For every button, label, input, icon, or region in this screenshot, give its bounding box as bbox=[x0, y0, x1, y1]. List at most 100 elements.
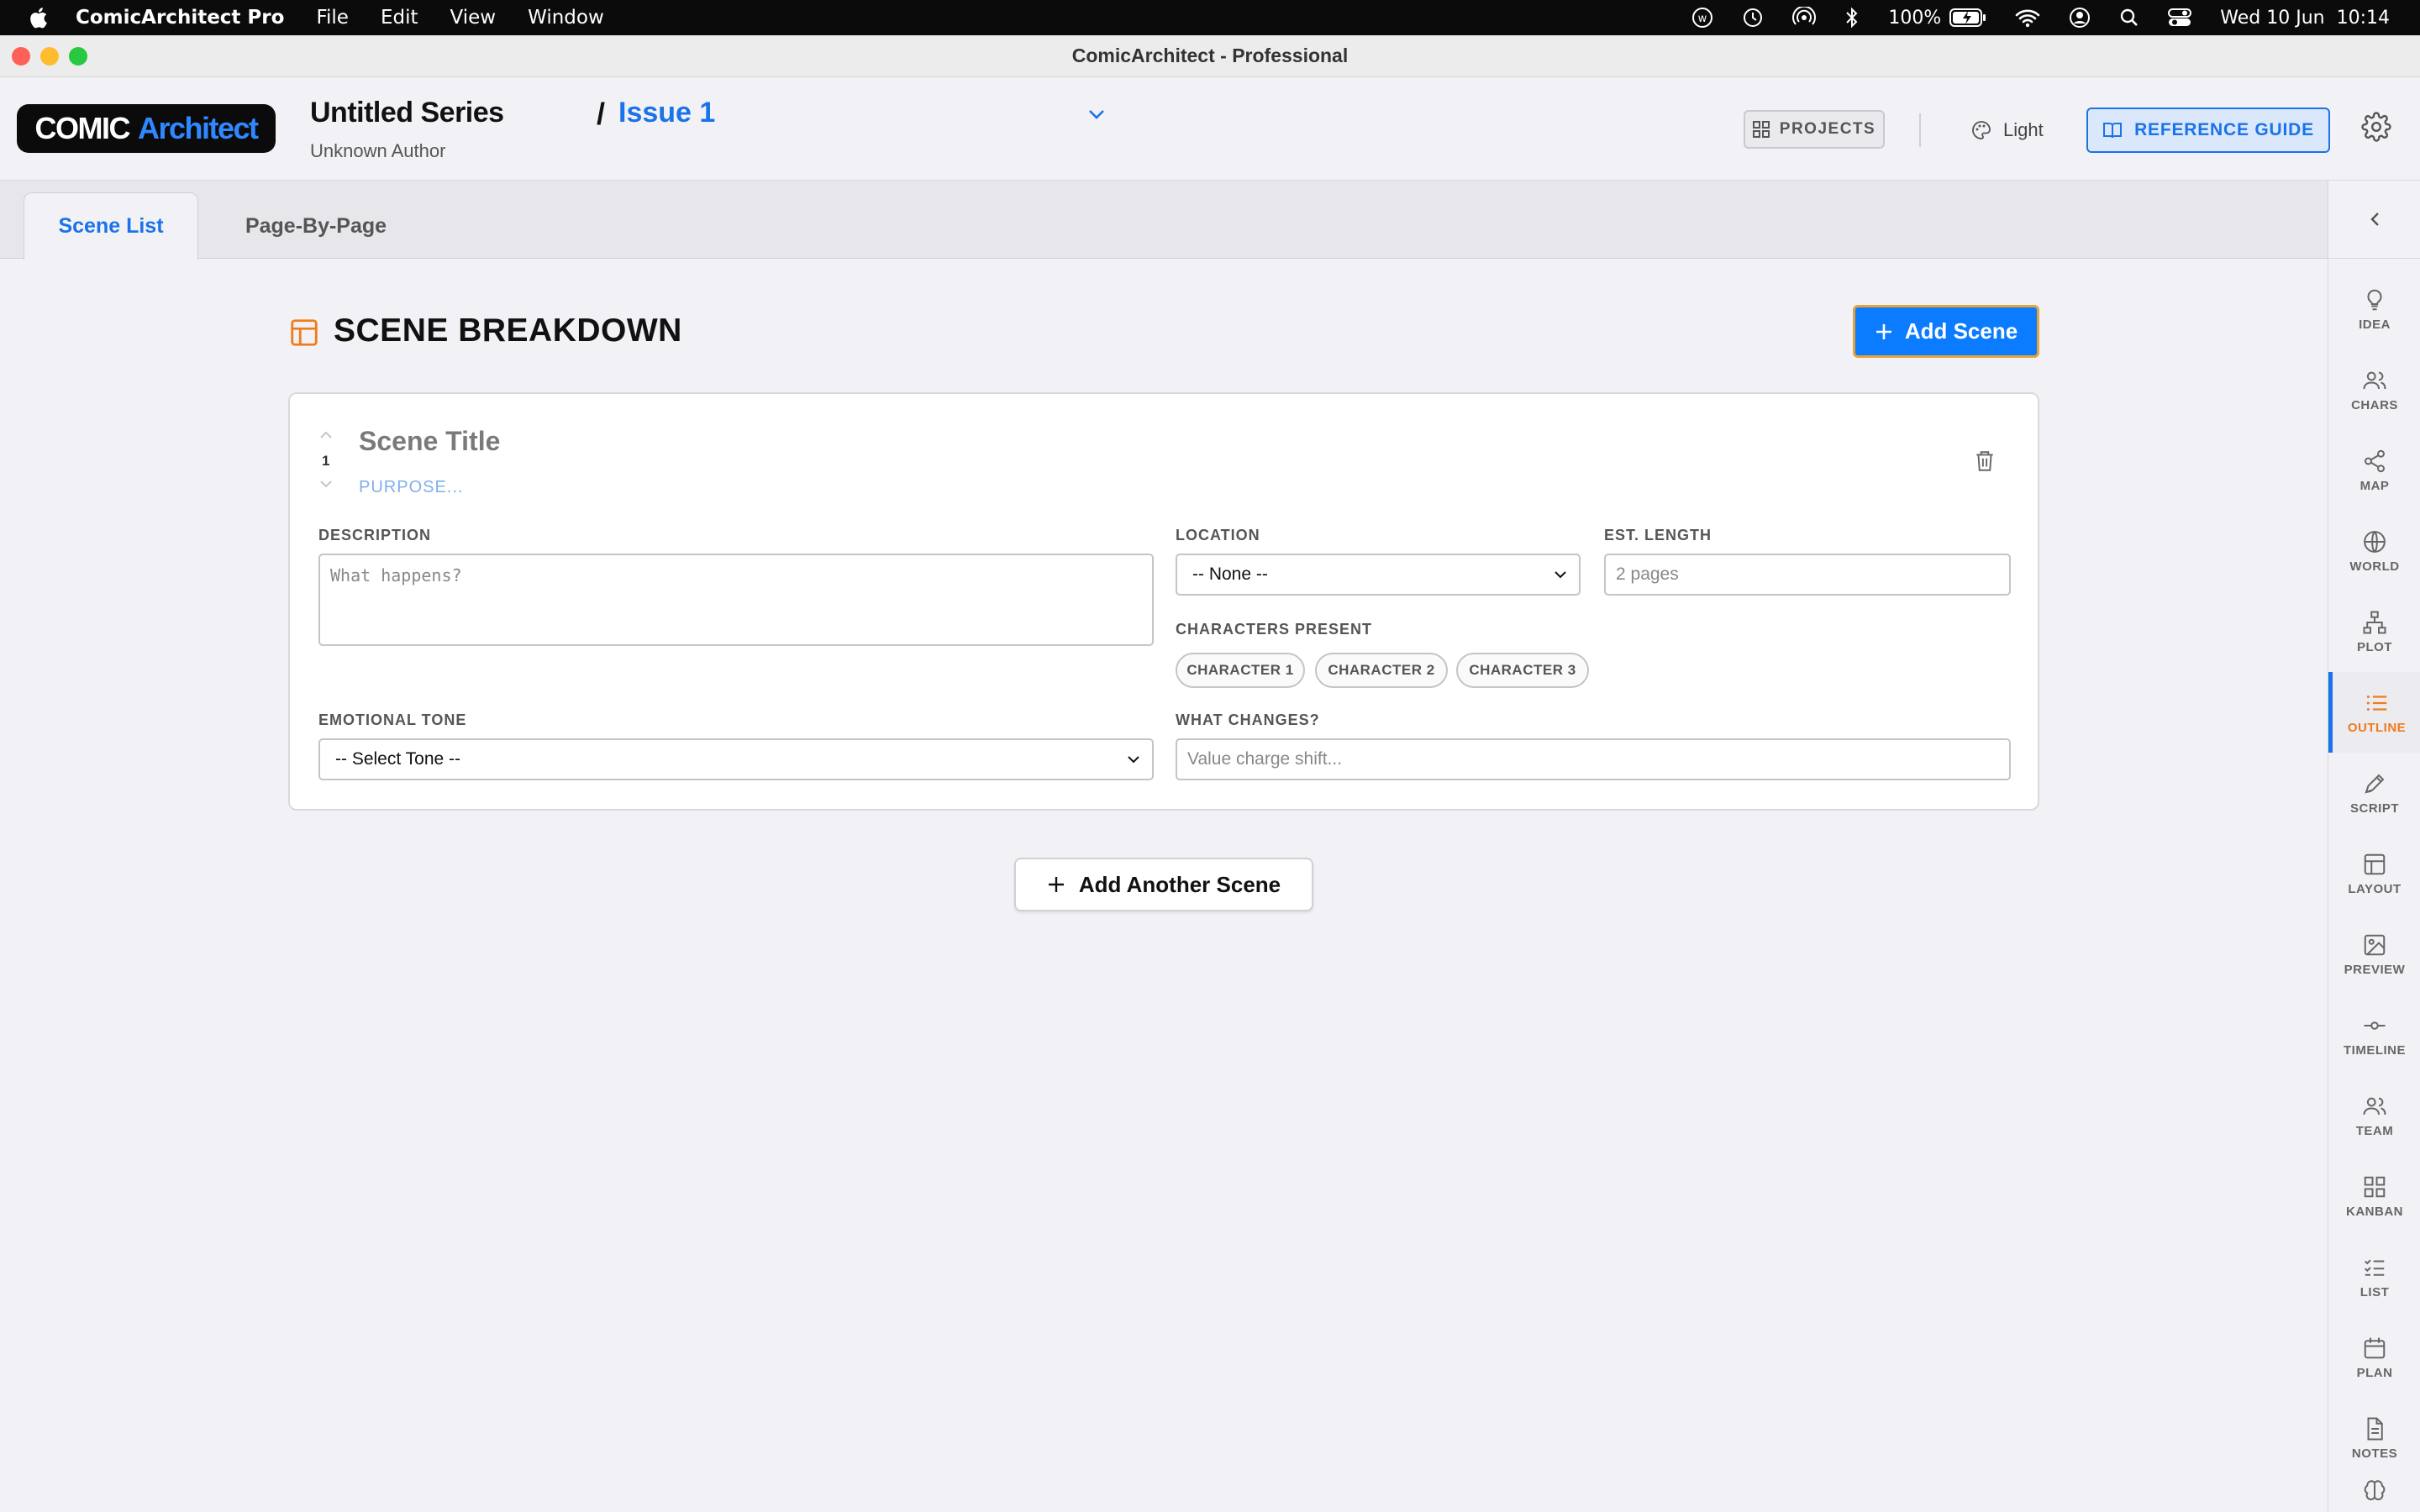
reference-guide-button[interactable]: REFERENCE GUIDE bbox=[2086, 108, 2330, 153]
theme-label: Light bbox=[2003, 119, 2044, 140]
menu-view[interactable]: View bbox=[450, 7, 496, 29]
header-divider bbox=[1919, 113, 1921, 147]
image-icon bbox=[2364, 934, 2386, 955]
sidebar-item-timeline[interactable]: TIMELINE bbox=[2328, 995, 2420, 1075]
scene-breakdown-icon bbox=[288, 317, 320, 353]
sidebar-item-layout[interactable]: LAYOUT bbox=[2328, 833, 2420, 914]
calendar-icon bbox=[2364, 1337, 2386, 1358]
control-center-icon[interactable] bbox=[2168, 8, 2192, 28]
menu-window[interactable]: Window bbox=[528, 7, 604, 29]
issue-dropdown-chevron-icon[interactable] bbox=[1087, 108, 1106, 124]
series-title[interactable]: Untitled Series bbox=[310, 97, 504, 129]
sidebar-item-label: PLAN bbox=[2356, 1365, 2393, 1380]
clock-datetime[interactable]: Wed 10 Jun 10:14 bbox=[2220, 8, 2390, 29]
team-icon bbox=[2363, 1097, 2386, 1115]
sidebar-item-team[interactable]: TEAM bbox=[2328, 1075, 2420, 1156]
location-label: LOCATION bbox=[1176, 527, 1260, 543]
what-changes-label: WHAT CHANGES? bbox=[1176, 711, 1320, 728]
sidebar-item-map[interactable]: MAP bbox=[2328, 430, 2420, 511]
sidebar-item-world[interactable]: WORLD bbox=[2328, 511, 2420, 591]
add-scene-button[interactable]: Add Scene bbox=[1853, 305, 2039, 358]
timeline-icon bbox=[2364, 1021, 2386, 1030]
series-author: Unknown Author bbox=[310, 140, 446, 161]
scene-number: 1 bbox=[322, 453, 330, 469]
delete-scene-trash-icon[interactable] bbox=[1974, 449, 1996, 477]
sidebar-item-plot[interactable]: PLOT bbox=[2328, 591, 2420, 672]
description-textarea[interactable]: What happens? bbox=[318, 554, 1154, 646]
add-another-scene-button[interactable]: Add Another Scene bbox=[1014, 858, 1313, 911]
character-chip-1[interactable]: CHARACTER 1 bbox=[1176, 653, 1305, 688]
svg-text:w: w bbox=[1698, 13, 1707, 25]
sidebar-item-idea[interactable]: IDEA bbox=[2328, 269, 2420, 349]
scene-title-input[interactable]: Scene Title bbox=[359, 426, 500, 457]
window-titlebar: ComicArchitect - Professional bbox=[0, 35, 2420, 77]
sidebar-item-list[interactable]: LIST bbox=[2328, 1236, 2420, 1317]
scene-purpose-input[interactable]: PURPOSE... bbox=[359, 478, 463, 497]
emotional-tone-label: EMOTIONAL TONE bbox=[318, 711, 467, 728]
character-chip-2[interactable]: CHARACTER 2 bbox=[1315, 653, 1448, 688]
sidebar-item-preview[interactable]: PREVIEW bbox=[2328, 914, 2420, 995]
status-w-icon[interactable]: w bbox=[1691, 7, 1713, 29]
projects-button[interactable]: PROJECTS bbox=[1744, 110, 1885, 149]
bluetooth-icon[interactable] bbox=[1844, 7, 1860, 29]
sidebar-item-label: TIMELINE bbox=[2344, 1042, 2406, 1058]
maximize-window-button[interactable] bbox=[69, 47, 87, 66]
menu-edit[interactable]: Edit bbox=[381, 7, 418, 29]
est-length-input[interactable]: 2 pages bbox=[1604, 554, 2011, 596]
palette-icon bbox=[1972, 121, 1991, 139]
sidebar-item-more[interactable] bbox=[2328, 1478, 2420, 1512]
app-header: COMIC Architect Untitled Series Unknown … bbox=[0, 78, 2420, 181]
sidebar-item-label: OUTLINE bbox=[2347, 720, 2407, 735]
settings-gear-icon[interactable] bbox=[2361, 112, 2391, 146]
sidebar-item-chars[interactable]: CHARS bbox=[2328, 349, 2420, 430]
character-chip-3[interactable]: CHARACTER 3 bbox=[1456, 653, 1589, 688]
view-tabbar: Scene List Page-By-Page bbox=[0, 181, 2328, 260]
location-select[interactable]: -- None -- bbox=[1176, 554, 1581, 596]
module-sidebar: IDEA CHARS MAP WORLD PLOT OUTLINE SCRIPT… bbox=[2328, 181, 2420, 1512]
sidebar-item-notes[interactable]: NOTES bbox=[2328, 1398, 2420, 1478]
wifi-icon[interactable] bbox=[2015, 8, 2040, 28]
tab-page-by-page[interactable]: Page-By-Page bbox=[215, 192, 417, 260]
spotlight-search-icon[interactable] bbox=[2119, 8, 2139, 28]
tone-selected-value: -- Select Tone -- bbox=[335, 749, 460, 769]
characters-present-label: CHARACTERS PRESENT bbox=[1176, 621, 1373, 638]
collapse-sidebar-chevron-icon[interactable] bbox=[2328, 181, 2420, 259]
airdrop-icon[interactable] bbox=[1792, 7, 1817, 29]
sidebar-item-outline[interactable]: OUTLINE bbox=[2328, 672, 2420, 753]
app-logo[interactable]: COMIC Architect bbox=[17, 104, 276, 153]
list-icon bbox=[2366, 695, 2386, 711]
description-label: DESCRIPTION bbox=[318, 527, 432, 543]
battery-status[interactable]: 100% bbox=[1888, 8, 1986, 29]
logo-text-architect: Architect bbox=[137, 111, 259, 145]
user-account-icon[interactable] bbox=[2069, 7, 2091, 29]
menubar: ComicArchitect Pro File Edit View Window… bbox=[0, 0, 2420, 35]
layout-icon bbox=[2364, 853, 2386, 874]
battery-icon bbox=[1949, 8, 1986, 27]
sidebar-item-label: PLOT bbox=[2357, 639, 2392, 654]
sidebar-item-plan[interactable]: PLAN bbox=[2328, 1317, 2420, 1398]
theme-toggle-button[interactable]: Light bbox=[1971, 113, 2044, 147]
move-up-chevron-icon[interactable] bbox=[318, 429, 334, 444]
chevron-down-icon bbox=[1128, 756, 1139, 764]
menu-app-name[interactable]: ComicArchitect Pro bbox=[76, 7, 284, 29]
tab-scene-list[interactable]: Scene List bbox=[24, 192, 198, 260]
emotional-tone-select[interactable]: -- Select Tone -- bbox=[318, 738, 1154, 780]
lightbulb-icon bbox=[2367, 289, 2382, 310]
minimize-window-button[interactable] bbox=[40, 47, 59, 66]
flowchart-icon bbox=[2363, 611, 2386, 633]
time-machine-icon[interactable] bbox=[1742, 7, 1764, 29]
apple-menu-icon[interactable] bbox=[0, 6, 76, 29]
close-window-button[interactable] bbox=[12, 47, 30, 66]
sidebar-item-label: TEAM bbox=[2355, 1123, 2394, 1138]
what-changes-input[interactable]: Value charge shift... bbox=[1176, 738, 2011, 780]
sidebar-item-label: LAYOUT bbox=[2348, 881, 2402, 896]
sidebar-item-kanban[interactable]: KANBAN bbox=[2328, 1156, 2420, 1236]
issue-title[interactable]: Issue 1 bbox=[618, 97, 715, 129]
sidebar-item-label: LIST bbox=[2360, 1284, 2390, 1299]
menu-file[interactable]: File bbox=[316, 7, 349, 29]
sidebar-item-script[interactable]: SCRIPT bbox=[2328, 753, 2420, 833]
checklist-icon bbox=[2365, 1259, 2385, 1276]
grid-icon bbox=[2364, 1176, 2386, 1197]
move-down-chevron-icon[interactable] bbox=[318, 478, 334, 493]
sidebar-item-label: KANBAN bbox=[2346, 1204, 2403, 1219]
